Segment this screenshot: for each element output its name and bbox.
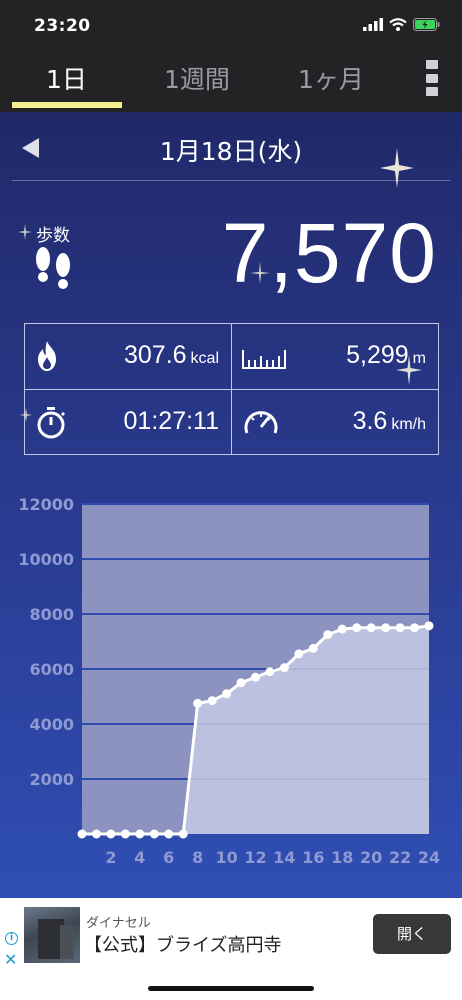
chart-data-point (178, 829, 188, 839)
chart-data-point (352, 623, 362, 633)
speed-number: 3.6 (352, 407, 388, 435)
battery-icon (413, 18, 440, 31)
calories-unit: kcal (190, 350, 219, 367)
chart-x-tick-label: 4 (134, 848, 145, 867)
speed-unit: km/h (391, 416, 426, 433)
chart-x-tick-label: 12 (244, 848, 266, 867)
status-time: 23:20 (34, 16, 91, 36)
calories-number: 307.6 (123, 341, 187, 369)
chart-data-point (410, 623, 420, 633)
sparkle-icon (380, 148, 414, 188)
ad-info-icon[interactable]: i (5, 932, 18, 945)
chart-data-point (265, 667, 275, 677)
chart-data-point (207, 696, 217, 706)
chart-y-tick-label: 8000 (29, 605, 74, 624)
chart-x-tick-label: 20 (360, 848, 382, 867)
chart-y-tick-label: 12000 (18, 495, 74, 514)
chart-x-tick-label: 24 (418, 848, 440, 867)
speedometer-icon (244, 411, 278, 434)
chart-data-point (164, 829, 174, 839)
sparkle-icon (396, 355, 422, 385)
sparkle-icon (18, 224, 32, 240)
chart-data-point (323, 630, 333, 640)
ad-open-button[interactable]: 開く (373, 914, 451, 954)
chart-data-point (395, 623, 405, 633)
chart-data-point (236, 678, 246, 688)
steps-label: 歩数 (36, 226, 70, 246)
stopwatch-icon (37, 407, 66, 439)
ruler-icon (242, 350, 286, 369)
chart-data-point (106, 829, 116, 839)
chart-y-tick-label: 4000 (29, 715, 74, 734)
chart-y-tick-label: 10000 (18, 550, 74, 569)
home-indicator (148, 986, 314, 991)
bottom-area (0, 970, 462, 1000)
chart-x-tick-label: 22 (389, 848, 411, 867)
chart-data-point (222, 689, 232, 699)
footprints-icon (36, 247, 70, 289)
chart-data-point (308, 643, 318, 653)
tab-1month[interactable]: 1ヶ月 (298, 60, 364, 96)
chart-data-point (135, 829, 145, 839)
duration-cell: 01:27:11 (25, 390, 231, 455)
steps-chart: 200040006000800010000120002 4 6 8 10 12 14 16 18… (18, 495, 440, 867)
chart-x-tick-label: 2 (105, 848, 116, 867)
ad-title[interactable]: 【公式】ブライズ高円寺 (84, 931, 281, 957)
chart-y-tick-label: 6000 (29, 660, 74, 679)
chart-x-tick-label: 8 (192, 848, 203, 867)
stats-grid: 307.6 kcal 5,299 m 01:27:11 3.6 km/h (24, 323, 439, 455)
status-icons (363, 18, 440, 31)
chart-data-point (193, 698, 203, 708)
wifi-icon (389, 18, 407, 31)
tab-1day[interactable]: 1日 (46, 60, 87, 96)
ad-sponsor: ダイナセル (86, 916, 151, 931)
chart-data-point (279, 663, 289, 673)
chart-data-point (120, 829, 130, 839)
chart-data-point (294, 649, 304, 659)
tab-1week[interactable]: 1週間 (164, 60, 230, 96)
chart-data-point (424, 621, 434, 631)
sparkle-icon (20, 408, 32, 422)
chart-data-point (251, 672, 260, 682)
speed-cell: 3.6 km/h (232, 390, 438, 455)
speed-value: 3.6 km/h (353, 407, 426, 436)
chart-data-point (149, 829, 159, 839)
chart-x-tick-label: 16 (302, 848, 324, 867)
more-menu-icon[interactable] (426, 60, 440, 96)
status-bar: 23:20 (0, 0, 462, 52)
period-tabbar: 1日 1週間 1ヶ月 (0, 52, 462, 112)
chart-data-point (77, 829, 87, 839)
active-tab-indicator (12, 102, 122, 108)
steps-value: 7,570 (221, 206, 437, 300)
chart-y-tick-label: 2000 (29, 770, 74, 789)
chart-data-point (366, 623, 376, 633)
chart-data-point (337, 624, 347, 634)
flame-icon (38, 341, 56, 371)
sparkle-icon (250, 262, 270, 284)
chart-x-tick-label: 14 (273, 848, 295, 867)
duration-value: 01:27:11 (123, 407, 219, 435)
chart-x-tick-label: 10 (215, 848, 237, 867)
chart-data-point (91, 829, 101, 839)
calories-cell: 307.6 kcal (25, 324, 231, 389)
chart-x-tick-label: 18 (331, 848, 353, 867)
ad-banner[interactable]: i ✕ ダイナセル 【公式】ブライズ高円寺 開く (0, 898, 462, 970)
ad-close-icon[interactable]: ✕ (4, 950, 17, 969)
calories-value: 307.6 kcal (124, 341, 219, 370)
chart-x-tick-label: 6 (163, 848, 174, 867)
ad-image[interactable] (24, 907, 80, 963)
signal-icon (363, 18, 383, 31)
chart-data-point (381, 623, 391, 633)
